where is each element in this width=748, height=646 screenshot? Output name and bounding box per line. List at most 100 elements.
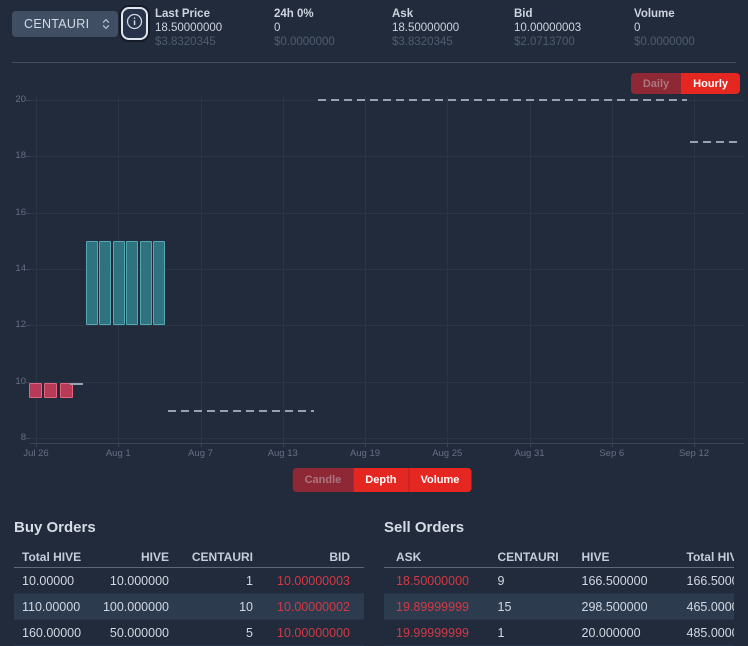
column-header: BID — [259, 550, 364, 564]
buy-orders-panel: Buy Orders Total HIVEHIVECENTAURIBID10.0… — [14, 519, 364, 646]
buy-order-row[interactable]: 10.0000010.000000110.00000003 — [14, 568, 364, 594]
gridline-vertical — [694, 95, 695, 443]
x-axis-tick — [118, 443, 119, 447]
daily-button[interactable]: Daily — [631, 73, 681, 94]
order-cell: 10.00000003 — [259, 574, 364, 588]
order-cell: 1 — [175, 574, 259, 588]
x-axis-tick — [612, 443, 613, 447]
stat-value: 18.50000000 — [392, 21, 459, 35]
gridline-vertical — [447, 95, 448, 443]
candle-down — [60, 383, 73, 398]
column-header: ASK — [384, 550, 486, 564]
top-stats-bar: CENTAURI Last Price 18.50000000 $3.83203… — [0, 0, 748, 62]
x-axis-tick — [530, 443, 531, 447]
stat-label: Volume — [634, 7, 695, 21]
x-axis-line — [30, 443, 744, 444]
x-axis-tick — [365, 443, 366, 447]
candle-up — [86, 241, 98, 325]
candle-up — [126, 241, 138, 325]
order-cell: 485.00000 — [675, 626, 735, 640]
buy-orders-table: Total HIVEHIVECENTAURIBID10.0000010.0000… — [14, 546, 364, 646]
candle-up — [113, 241, 125, 325]
x-axis-label: Aug 19 — [335, 448, 395, 459]
gridline-vertical — [612, 95, 613, 443]
stat-value: 0 — [274, 21, 335, 35]
y-axis-label: 20 — [0, 94, 26, 105]
gridline-vertical — [530, 95, 531, 443]
column-header: CENTAURI — [175, 550, 259, 564]
buy-orders-title: Buy Orders — [14, 519, 364, 536]
stat-label: Ask — [392, 7, 459, 21]
sell-orders-panel: Sell Orders ASKCENTAURIHIVETotal HIVE18.… — [384, 519, 734, 646]
pair-select[interactable]: CENTAURI — [12, 11, 118, 37]
gridline-vertical — [365, 95, 366, 443]
order-cell: 166.500000 — [570, 574, 675, 588]
order-cell: 100.000000 — [102, 600, 176, 614]
order-cell: 10.000000 — [102, 574, 176, 588]
column-header: Total HIVE — [14, 550, 102, 564]
sell-orders-header-row: ASKCENTAURIHIVETotal HIVE — [384, 546, 734, 568]
x-axis-tick — [694, 443, 695, 447]
order-cell: 10.00000000 — [259, 626, 364, 640]
gridline-vertical — [283, 95, 284, 443]
sell-order-row[interactable]: 18.500000009166.500000166.50000 — [384, 568, 734, 594]
y-axis-label: 14 — [0, 263, 26, 274]
x-axis-tick — [447, 443, 448, 447]
x-axis-tick — [283, 443, 284, 447]
gridline-horizontal — [30, 438, 744, 439]
x-axis-label: Aug 1 — [88, 448, 148, 459]
y-axis-label: 18 — [0, 150, 26, 161]
price-level-line — [690, 141, 742, 143]
buy-order-row[interactable]: 160.0000050.000000510.00000000 — [14, 620, 364, 646]
volume-button[interactable]: Volume — [408, 468, 471, 492]
stat-usd-value: $3.8320345 — [155, 35, 222, 49]
sell-order-row[interactable]: 19.99999999120.000000485.00000 — [384, 620, 734, 646]
y-axis-tick — [26, 438, 30, 439]
order-cell: 5 — [175, 626, 259, 640]
y-axis-label: 12 — [0, 319, 26, 330]
order-cell: 19.89999999 — [384, 600, 486, 614]
token-info-button[interactable] — [121, 7, 148, 40]
order-cell: 19.99999999 — [384, 626, 486, 640]
select-chevrons-icon — [102, 18, 110, 30]
candle-button[interactable]: Candle — [293, 468, 354, 492]
column-header: HIVE — [102, 550, 176, 564]
order-cell: 10 — [175, 600, 259, 614]
order-books-section: Buy Orders Total HIVEHIVECENTAURIBID10.0… — [14, 519, 734, 646]
stat-label: 24h 0% — [274, 7, 335, 21]
stat-value: 10.00000003 — [514, 21, 581, 35]
buy-orders-header-row: Total HIVEHIVECENTAURIBID — [14, 546, 364, 568]
x-axis-tick — [201, 443, 202, 447]
order-cell: 166.50000 — [675, 574, 735, 588]
stat-usd-value: $3.8320345 — [392, 35, 459, 49]
y-axis-tick — [26, 325, 30, 326]
order-cell: 110.00000 — [14, 600, 102, 614]
sell-orders-table: ASKCENTAURIHIVETotal HIVE18.500000009166… — [384, 546, 734, 646]
buy-order-row[interactable]: 110.00000100.0000001010.00000002 — [14, 594, 364, 620]
stat-usd-value: $0.0000000 — [274, 35, 335, 49]
candle-down — [29, 383, 42, 398]
sell-order-row[interactable]: 19.8999999915298.500000465.00000 — [384, 594, 734, 620]
stat-24h-change: 24h 0% 0 $0.0000000 — [274, 7, 335, 49]
y-axis-tick — [26, 156, 30, 157]
hourly-button[interactable]: Hourly — [681, 73, 740, 94]
order-cell: 160.00000 — [14, 626, 102, 640]
order-cell: 9 — [486, 574, 570, 588]
stat-value: 18.50000000 — [155, 21, 222, 35]
depth-button[interactable]: Depth — [353, 468, 408, 492]
column-header: Total HIVE — [675, 550, 735, 564]
candle-up — [153, 241, 165, 325]
stat-bid: Bid 10.00000003 $2.0713700 — [514, 7, 581, 49]
order-cell: 10.00000 — [14, 574, 102, 588]
interval-button-group: Daily Hourly — [631, 73, 740, 94]
price-level-line — [70, 383, 83, 385]
x-axis-label: Sep 6 — [582, 448, 642, 459]
order-cell: 50.000000 — [102, 626, 176, 640]
y-axis-tick — [26, 213, 30, 214]
column-header: CENTAURI — [486, 550, 570, 564]
order-cell: 1 — [486, 626, 570, 640]
x-axis-label: Aug 25 — [417, 448, 477, 459]
x-axis-label: Aug 31 — [500, 448, 560, 459]
price-chart: Daily Hourly 2018161412108Jul 26Aug 1Aug… — [0, 62, 748, 462]
order-cell: 20.000000 — [570, 626, 675, 640]
